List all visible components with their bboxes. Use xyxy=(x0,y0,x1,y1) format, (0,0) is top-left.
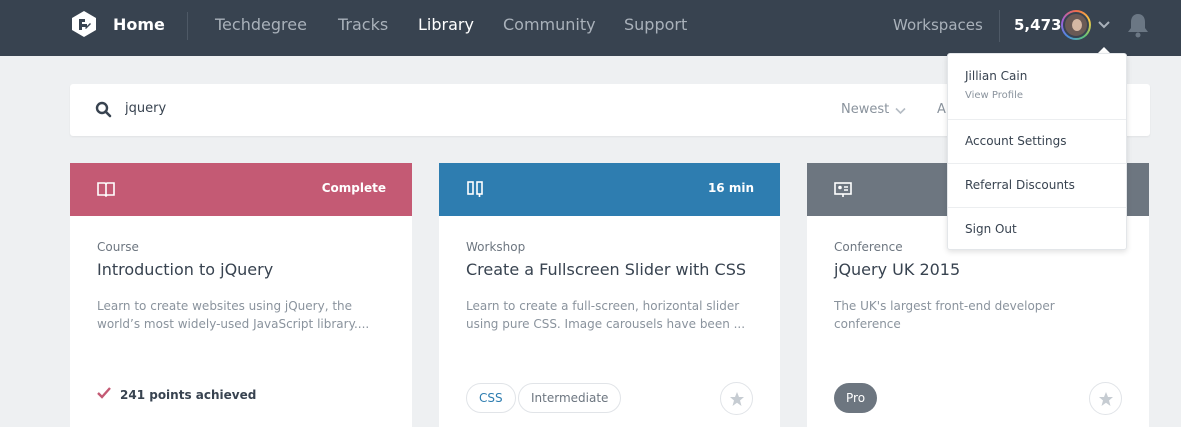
user-name: Jillian Cain xyxy=(965,69,1028,83)
nav-link-community[interactable]: Community xyxy=(503,15,596,34)
points-count: 5,473 xyxy=(1014,16,1062,34)
card-status-label: Complete xyxy=(321,181,386,195)
card-duration-label: 16 min xyxy=(707,181,754,195)
search-icon xyxy=(95,101,112,118)
avatar[interactable] xyxy=(1061,10,1091,40)
tag-css[interactable]: CSS xyxy=(466,383,516,413)
card-title[interactable]: Introduction to jQuery xyxy=(97,260,273,279)
favorite-button[interactable] xyxy=(1089,382,1122,415)
nav-link-tracks[interactable]: Tracks xyxy=(338,15,388,34)
chevron-down-icon[interactable] xyxy=(1097,17,1111,31)
description-line: using pure CSS. Image carousels have bee… xyxy=(466,317,746,331)
chevron-down-icon[interactable] xyxy=(895,105,906,116)
card-description: The UK's largest front-end developer con… xyxy=(834,297,1124,333)
card-description: Learn to create a full-screen, horizonta… xyxy=(466,297,756,333)
notification-bell-icon[interactable] xyxy=(1126,12,1150,38)
workshop-icon xyxy=(467,181,483,197)
filter-dropdown[interactable]: A xyxy=(937,102,946,117)
conference-icon xyxy=(834,182,852,197)
card-title[interactable]: Create a Fullscreen Slider with CSS xyxy=(466,260,746,279)
tag-pro[interactable]: Pro xyxy=(834,383,878,413)
nav-link-library[interactable]: Library xyxy=(418,15,474,34)
description-line: world’s most widely-used JavaScript libr… xyxy=(97,317,370,331)
nav-divider xyxy=(999,10,1000,42)
card-type: Conference xyxy=(834,240,903,254)
nav-home-link[interactable]: Home xyxy=(113,15,165,34)
tag-intermediate[interactable]: Intermediate xyxy=(518,383,622,413)
search-input[interactable] xyxy=(125,101,425,116)
card-header: 16 min xyxy=(439,163,780,216)
description-line: The UK's largest front-end developer xyxy=(834,299,1055,313)
menu-item-sign-out[interactable]: Sign Out xyxy=(948,207,1126,251)
description-line: Learn to create websites using jQuery, t… xyxy=(97,299,353,313)
user-dropdown-menu: Jillian Cain View Profile Account Settin… xyxy=(947,53,1127,250)
library-card[interactable]: 16 min Workshop Create a Fullscreen Slid… xyxy=(439,163,780,427)
favorite-button[interactable] xyxy=(720,382,753,415)
description-line: Learn to create a full-screen, horizonta… xyxy=(466,299,740,313)
checkmark-icon xyxy=(97,387,111,399)
nav-divider xyxy=(187,12,188,40)
book-icon xyxy=(97,182,115,198)
card-title[interactable]: jQuery UK 2015 xyxy=(834,260,960,279)
nav-link-support[interactable]: Support xyxy=(624,15,687,34)
description-line: conference xyxy=(834,317,901,331)
nav-workspaces-link[interactable]: Workspaces xyxy=(893,16,983,34)
star-icon xyxy=(1099,392,1113,406)
star-icon xyxy=(730,392,744,406)
card-type: Workshop xyxy=(466,240,526,254)
menu-item-referral-discounts[interactable]: Referral Discounts xyxy=(948,163,1126,207)
treehouse-logo-icon[interactable] xyxy=(70,10,98,38)
card-header: Complete xyxy=(70,163,412,216)
library-card[interactable]: Complete Course Introduction to jQuery L… xyxy=(70,163,412,427)
card-type: Course xyxy=(97,240,139,254)
card-description: Learn to create websites using jQuery, t… xyxy=(97,297,387,333)
points-achieved: 241 points achieved xyxy=(120,388,257,402)
nav-link-techdegree[interactable]: Techdegree xyxy=(215,15,307,34)
top-navigation: Home Techdegree Tracks Library Community… xyxy=(0,0,1181,56)
menu-item-account-settings[interactable]: Account Settings xyxy=(948,119,1126,163)
view-profile-link[interactable]: View Profile xyxy=(965,90,1023,101)
sort-dropdown[interactable]: Newest xyxy=(841,102,889,117)
